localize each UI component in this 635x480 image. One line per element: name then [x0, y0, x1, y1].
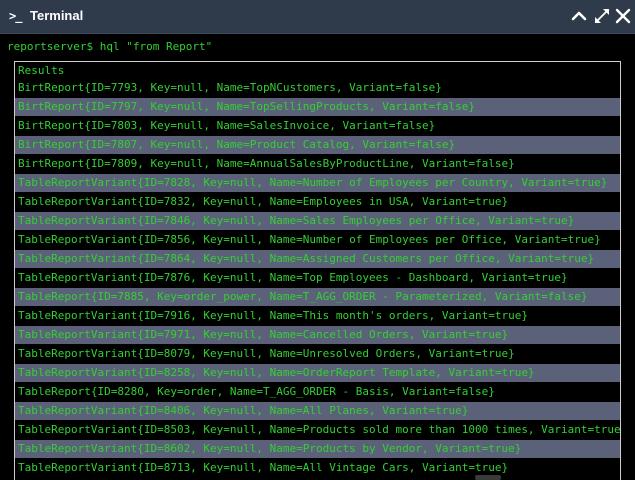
result-row: BirtReport{ID=7803, Key=null, Name=Sales… — [15, 117, 620, 135]
result-row: TableReportVariant{ID=7856, Key=null, Na… — [15, 231, 620, 249]
result-row: TableReportVariant{ID=7846, Key=null, Na… — [15, 212, 620, 230]
results-table: Results BirtReport{ID=7793, Key=null, Na… — [14, 61, 621, 480]
result-row: TableReport{ID=7885, Key=order_power, Na… — [15, 288, 620, 306]
expand-arrows-icon[interactable] — [593, 7, 611, 25]
result-row: TableReportVariant{ID=8258, Key=null, Na… — [15, 364, 620, 382]
result-row: BirtReport{ID=7807, Key=null, Name=Produ… — [15, 136, 620, 154]
result-row: TableReportVariant{ID=7971, Key=null, Na… — [15, 326, 620, 344]
results-header: Results — [18, 64, 65, 77]
results-rows: BirtReport{ID=7793, Key=null, Name=TopNC… — [15, 79, 620, 477]
title-bar: >_ Terminal — [0, 0, 635, 34]
chevron-up-icon[interactable] — [570, 7, 588, 25]
result-row: BirtReport{ID=7809, Key=null, Name=Annua… — [15, 155, 620, 173]
window-title: Terminal — [30, 8, 84, 23]
result-row: TableReportVariant{ID=7864, Key=null, Na… — [15, 250, 620, 268]
result-row: BirtReport{ID=7793, Key=null, Name=TopNC… — [15, 79, 620, 97]
result-row: TableReportVariant{ID=8503, Key=null, Na… — [15, 421, 620, 439]
terminal-prompt-icon: >_ — [9, 9, 22, 23]
result-row: BirtReport{ID=7797, Key=null, Name=TopSe… — [15, 98, 620, 116]
result-row: TableReportVariant{ID=8602, Key=null, Na… — [15, 440, 620, 458]
result-row: TableReportVariant{ID=7916, Key=null, Na… — [15, 307, 620, 325]
terminal-window: >_ Terminal reportserver$ hql "from Repo… — [0, 0, 635, 480]
command-prompt-line: reportserver$ hql "from Report" — [7, 40, 213, 53]
result-row: TableReport{ID=8280, Key=order, Name=T_A… — [15, 383, 620, 401]
result-row: TableReportVariant{ID=7832, Key=null, Na… — [15, 193, 620, 211]
result-row: TableReportVariant{ID=8406, Key=null, Na… — [15, 402, 620, 420]
result-row: TableReportVariant{ID=7828, Key=null, Na… — [15, 174, 620, 192]
result-row: TableReportVariant{ID=8713, Key=null, Na… — [15, 459, 620, 477]
result-row: TableReportVariant{ID=8079, Key=null, Na… — [15, 345, 620, 363]
scroll-handle[interactable] — [475, 475, 501, 480]
result-row: TableReportVariant{ID=7876, Key=null, Na… — [15, 269, 620, 287]
close-icon[interactable] — [614, 7, 632, 25]
terminal-output[interactable]: reportserver$ hql "from Report" Results … — [0, 34, 635, 480]
